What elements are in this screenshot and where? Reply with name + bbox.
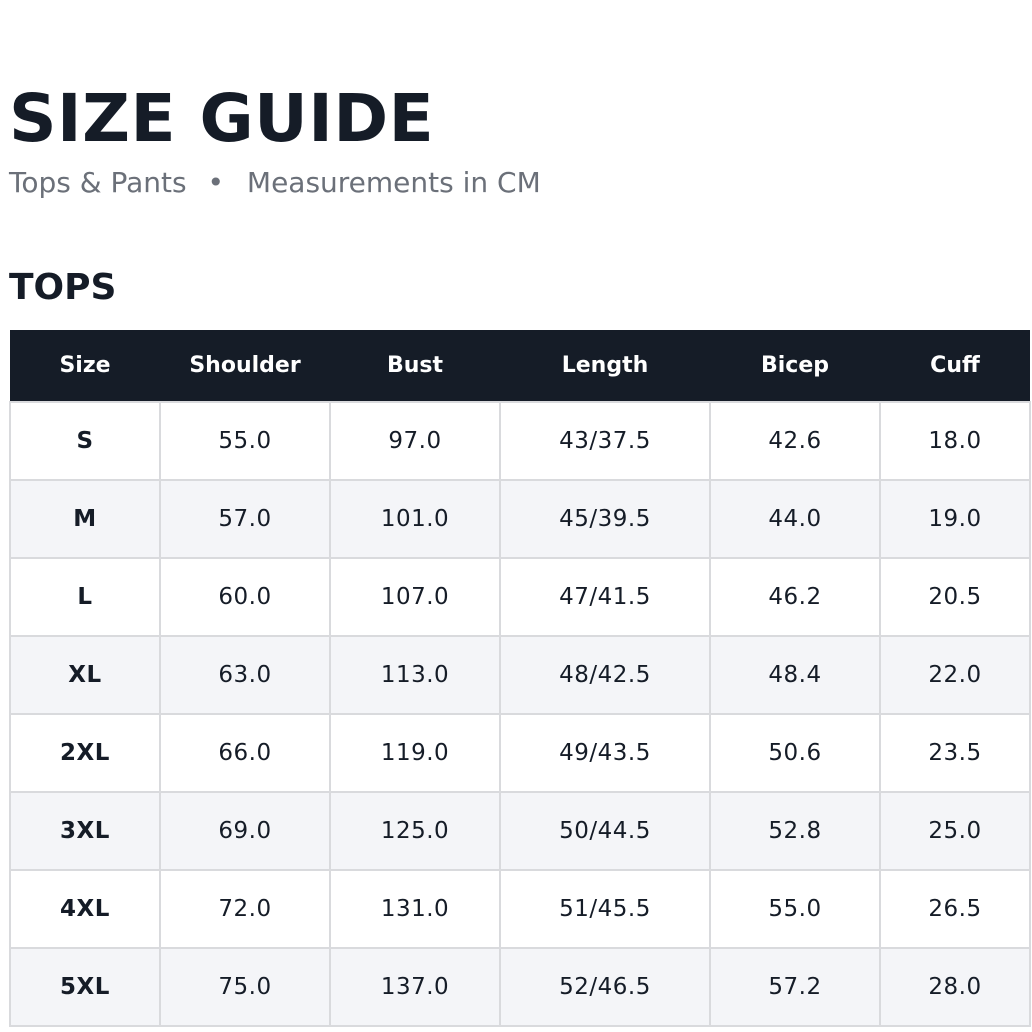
bicep-cell: 46.2 xyxy=(709,557,881,637)
bicep-cell: 44.0 xyxy=(709,479,881,559)
table-header: Size Shoulder Bust Length Bicep Cuff xyxy=(10,330,1030,402)
length-cell: 43/37.5 xyxy=(499,401,711,481)
bust-cell: 137.0 xyxy=(329,947,501,1027)
column-header-size: Size xyxy=(59,353,111,378)
bust-cell: 119.0 xyxy=(329,713,501,793)
table-row: M 57.0 101.0 45/39.5 44.0 19.0 xyxy=(9,479,1031,559)
table-row: 5XL 75.0 137.0 52/46.5 57.2 28.0 xyxy=(9,947,1031,1027)
subtitle-separator: • xyxy=(207,166,224,199)
column-header-bicep: Bicep xyxy=(760,353,830,378)
column-header-shoulder: Shoulder xyxy=(189,353,301,378)
length-cell: 52/46.5 xyxy=(499,947,711,1027)
shoulder-cell: 75.0 xyxy=(159,947,331,1027)
table-row: XL 63.0 113.0 48/42.5 48.4 22.0 xyxy=(9,635,1031,715)
shoulder-cell: 60.0 xyxy=(159,557,331,637)
table-row: 3XL 69.0 125.0 50/44.5 52.8 25.0 xyxy=(9,791,1031,871)
cuff-cell: 18.0 xyxy=(879,401,1031,481)
subtitle-units: Measurements in CM xyxy=(246,166,541,199)
shoulder-cell: 55.0 xyxy=(159,401,331,481)
bust-cell: 101.0 xyxy=(329,479,501,559)
length-cell: 45/39.5 xyxy=(499,479,711,559)
cuff-cell: 20.5 xyxy=(879,557,1031,637)
size-cell: 3XL xyxy=(9,791,161,871)
size-cell: XL xyxy=(9,635,161,715)
shoulder-cell: 63.0 xyxy=(159,635,331,715)
column-header-bust: Bust xyxy=(386,353,444,378)
header-row: Size Shoulder Bust Length Bicep Cuff xyxy=(10,330,1030,402)
size-cell: L xyxy=(9,557,161,637)
subtitle-category: Tops & Pants xyxy=(9,166,187,199)
shoulder-cell: 57.0 xyxy=(159,479,331,559)
length-cell: 50/44.5 xyxy=(499,791,711,871)
page-subtitle: Tops & Pants • Measurements in CM xyxy=(9,166,541,200)
length-cell: 48/42.5 xyxy=(499,635,711,715)
length-cell: 47/41.5 xyxy=(499,557,711,637)
size-cell: M xyxy=(9,479,161,559)
page-title: SIZE GUIDE xyxy=(9,80,435,157)
bicep-cell: 57.2 xyxy=(709,947,881,1027)
size-cell: 5XL xyxy=(9,947,161,1027)
bicep-cell: 52.8 xyxy=(709,791,881,871)
size-cell: 4XL xyxy=(9,869,161,949)
column-header-length: Length xyxy=(561,353,649,378)
shoulder-cell: 66.0 xyxy=(159,713,331,793)
bust-cell: 107.0 xyxy=(329,557,501,637)
bust-cell: 125.0 xyxy=(329,791,501,871)
table-row: 4XL 72.0 131.0 51/45.5 55.0 26.5 xyxy=(9,869,1031,949)
bicep-cell: 50.6 xyxy=(709,713,881,793)
shoulder-cell: 72.0 xyxy=(159,869,331,949)
bicep-cell: 55.0 xyxy=(709,869,881,949)
shoulder-cell: 69.0 xyxy=(159,791,331,871)
size-cell: 2XL xyxy=(9,713,161,793)
table-row: S 55.0 97.0 43/37.5 42.6 18.0 xyxy=(9,401,1031,481)
column-header-cuff: Cuff xyxy=(930,353,980,378)
cuff-cell: 23.5 xyxy=(879,713,1031,793)
size-cell: S xyxy=(9,401,161,481)
bust-cell: 131.0 xyxy=(329,869,501,949)
length-cell: 51/45.5 xyxy=(499,869,711,949)
cuff-cell: 28.0 xyxy=(879,947,1031,1027)
bicep-cell: 42.6 xyxy=(709,401,881,481)
cuff-cell: 19.0 xyxy=(879,479,1031,559)
bust-cell: 97.0 xyxy=(329,401,501,481)
cuff-cell: 25.0 xyxy=(879,791,1031,871)
table-row: 2XL 66.0 119.0 49/43.5 50.6 23.5 xyxy=(9,713,1031,793)
table-row: L 60.0 107.0 47/41.5 46.2 20.5 xyxy=(9,557,1031,637)
tops-size-table: Size Shoulder Bust Length Bicep Cuff S 5… xyxy=(9,330,1031,1027)
cuff-cell: 26.5 xyxy=(879,869,1031,949)
section-title-tops: TOPS xyxy=(9,267,117,308)
table-body: S 55.0 97.0 43/37.5 42.6 18.0 M 57.0 101… xyxy=(9,401,1031,1027)
length-cell: 49/43.5 xyxy=(499,713,711,793)
bust-cell: 113.0 xyxy=(329,635,501,715)
cuff-cell: 22.0 xyxy=(879,635,1031,715)
bicep-cell: 48.4 xyxy=(709,635,881,715)
